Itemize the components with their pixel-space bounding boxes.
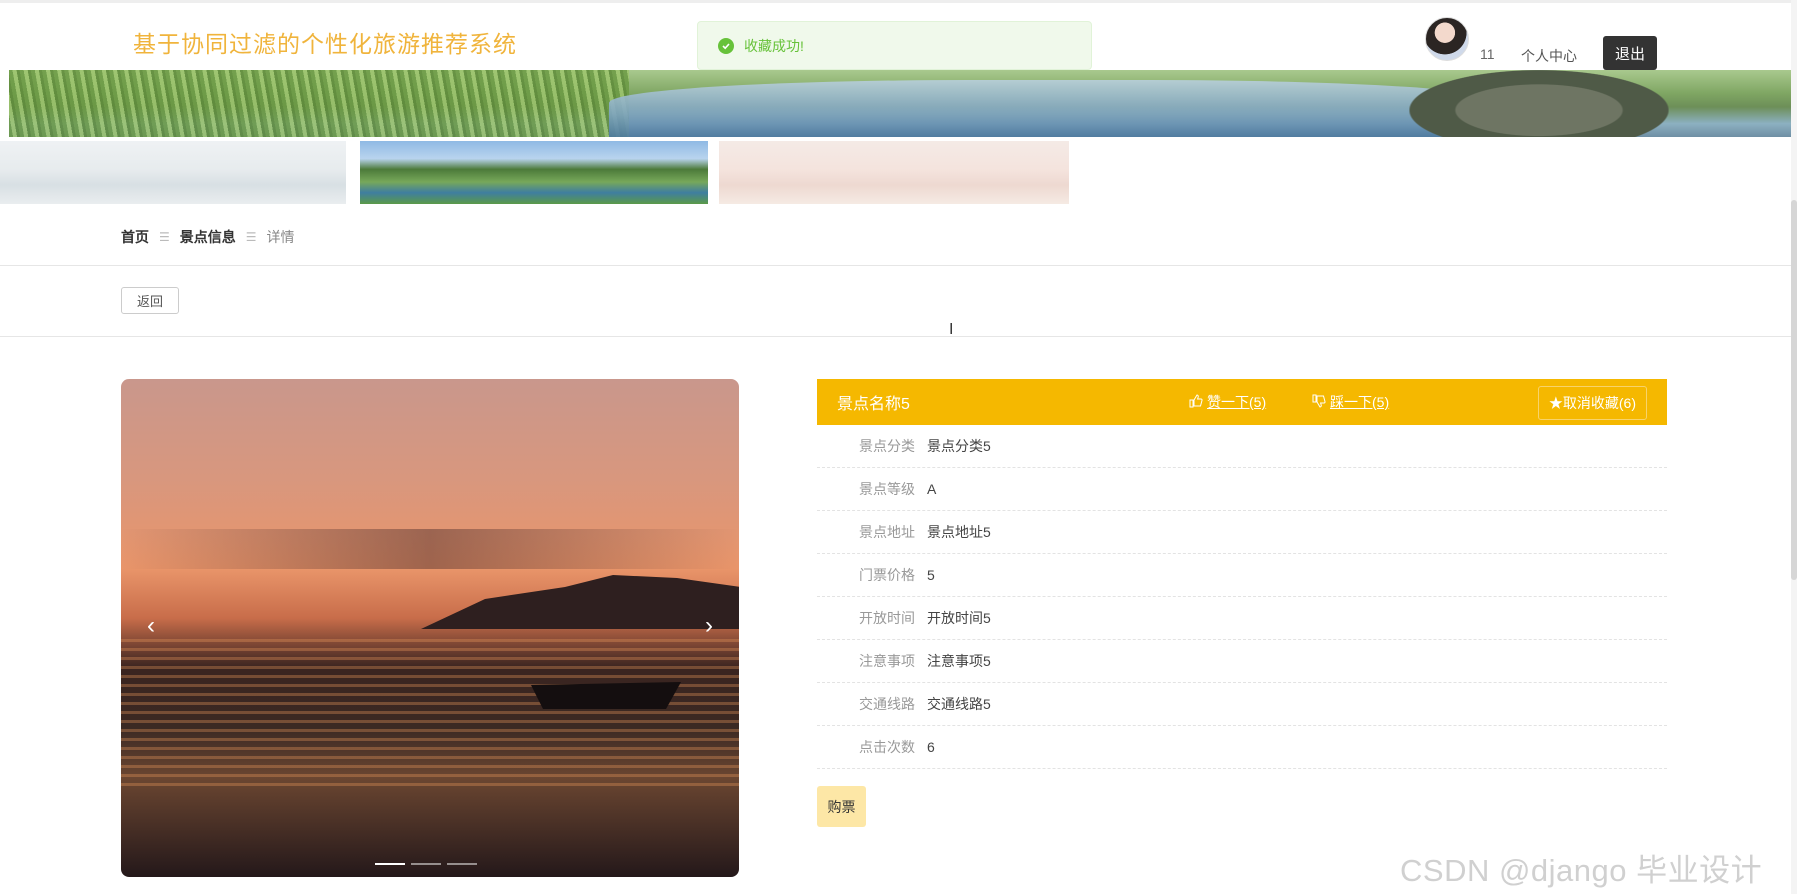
breadcrumb: 首页 ☰ 景点信息 ☰ 详情 <box>121 227 295 247</box>
logout-button[interactable]: 退出 <box>1603 36 1657 70</box>
scenic-spot-name: 景点名称5 <box>837 396 910 413</box>
detail-row-open-time: 开放时间 开放时间5 <box>817 597 1667 640</box>
detail-row-transport: 交通线路 交通线路5 <box>817 683 1667 726</box>
banner-grass <box>9 70 629 137</box>
field-value: 注意事项5 <box>927 653 991 669</box>
divider <box>0 336 1797 337</box>
star-icon: ★ <box>1548 395 1563 411</box>
detail-row-address: 景点地址 景点地址5 <box>817 511 1667 554</box>
site-title: 基于协同过滤的个性化旅游推荐系统 <box>133 31 517 57</box>
field-label: 景点等级 <box>859 481 915 497</box>
check-circle-icon <box>718 37 734 54</box>
field-value: 景点分类5 <box>927 438 991 454</box>
banner-water <box>609 80 1509 137</box>
carousel-dot-1[interactable] <box>375 863 405 865</box>
detail-header: 景点名称5 赞一下(5) 踩一下(5) ★取消收藏(6) <box>817 379 1667 425</box>
thumbnail-3[interactable] <box>719 141 1069 204</box>
field-value: 6 <box>927 739 935 755</box>
breadcrumb-scenic-info[interactable]: 景点信息 <box>180 227 236 247</box>
detail-row-notes: 注意事项 注意事项5 <box>817 640 1667 683</box>
carousel-indicators <box>375 863 477 865</box>
scenic-detail-panel: 景点名称5 赞一下(5) 踩一下(5) ★取消收藏(6) 景点分类 景点分类5 … <box>817 379 1667 769</box>
text-cursor-icon: I <box>949 321 954 338</box>
watermark: CSDN @django 毕业设计 <box>1400 853 1763 888</box>
dislike-label: 踩一下(5) <box>1330 394 1390 410</box>
banner-rock <box>1409 70 1669 137</box>
field-label: 景点分类 <box>859 438 915 454</box>
carousel-mountain <box>421 575 739 629</box>
carousel-prev-arrow[interactable]: ‹ <box>136 611 166 641</box>
field-value: 景点地址5 <box>927 524 991 540</box>
image-carousel[interactable]: ‹ › <box>121 379 739 877</box>
carousel-dot-3[interactable] <box>447 863 477 865</box>
carousel-cloud-band <box>121 529 739 569</box>
user-avatar[interactable] <box>1425 17 1469 61</box>
buy-ticket-button[interactable]: 购票 <box>817 786 866 827</box>
breadcrumb-separator: ☰ <box>159 230 170 244</box>
user-center-link[interactable]: 个人中心 <box>1521 46 1577 66</box>
field-value: 开放时间5 <box>927 610 991 626</box>
like-label: 赞一下(5) <box>1207 394 1267 410</box>
detail-row-clicks: 点击次数 6 <box>817 726 1667 769</box>
thumbs-up-icon <box>1189 393 1203 411</box>
breadcrumb-home[interactable]: 首页 <box>121 227 149 247</box>
dislike-link[interactable]: 踩一下(5) <box>1312 392 1389 412</box>
divider <box>0 265 1797 266</box>
field-value: 5 <box>927 567 935 583</box>
field-label: 注意事项 <box>859 653 915 669</box>
breadcrumb-separator: ☰ <box>245 230 257 244</box>
detail-row-category: 景点分类 景点分类5 <box>817 425 1667 468</box>
carousel-next-arrow[interactable]: › <box>694 611 724 641</box>
detail-row-price: 门票价格 5 <box>817 554 1667 597</box>
detail-row-level: 景点等级 A <box>817 468 1667 511</box>
user-name: 11 <box>1480 46 1495 62</box>
thumbs-down-icon <box>1312 394 1326 411</box>
field-label: 点击次数 <box>859 739 915 755</box>
field-label: 门票价格 <box>859 567 915 583</box>
carousel-dot-2[interactable] <box>411 863 441 865</box>
unfavorite-button[interactable]: ★取消收藏(6) <box>1537 386 1647 420</box>
field-value: A <box>927 481 937 497</box>
breadcrumb-detail: 详情 <box>266 229 295 245</box>
unfavorite-label: 取消收藏(6) <box>1562 395 1636 411</box>
field-label: 景点地址 <box>859 524 915 540</box>
field-label: 开放时间 <box>859 610 915 626</box>
like-link[interactable]: 赞一下(5) <box>1189 392 1266 412</box>
back-button[interactable]: 返回 <box>121 287 179 314</box>
scrollbar-thumb[interactable] <box>1791 200 1797 580</box>
success-toast: 收藏成功! <box>697 21 1092 70</box>
header-banner-image <box>9 70 1794 137</box>
carousel-water <box>121 639 739 789</box>
thumbnail-1[interactable] <box>0 141 346 204</box>
thumbnail-2[interactable] <box>360 141 708 204</box>
toast-message: 收藏成功! <box>744 37 804 54</box>
field-value: 交通线路5 <box>927 696 991 712</box>
field-label: 交通线路 <box>859 696 915 712</box>
